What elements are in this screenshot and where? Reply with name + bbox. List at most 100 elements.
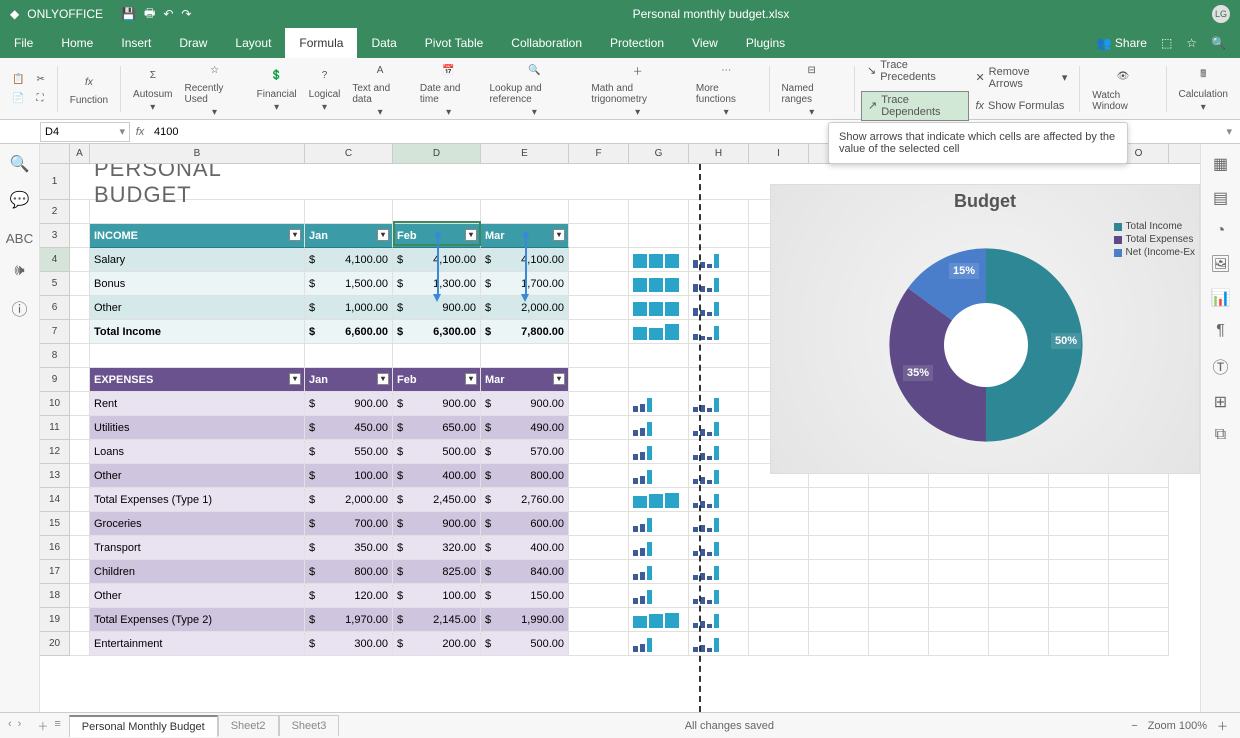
cell-F12[interactable] bbox=[569, 440, 629, 464]
cell-C17[interactable]: $800.00 bbox=[305, 560, 393, 584]
cell-K15[interactable] bbox=[869, 512, 929, 536]
table-settings-icon[interactable]: ▤ bbox=[1213, 188, 1228, 208]
slicer-settings-icon[interactable]: ⧉ bbox=[1215, 426, 1226, 444]
col-header-B[interactable]: B bbox=[90, 144, 305, 163]
cell-F6[interactable] bbox=[569, 296, 629, 320]
cell-G6[interactable] bbox=[629, 296, 689, 320]
cell-J20[interactable] bbox=[809, 632, 869, 656]
cell-N14[interactable] bbox=[1049, 488, 1109, 512]
row-header-15[interactable]: 15 bbox=[40, 512, 70, 536]
row-header-8[interactable]: 8 bbox=[40, 344, 70, 368]
textart-settings-icon[interactable]: Ⓣ bbox=[1212, 354, 1228, 378]
cell-F8[interactable] bbox=[569, 344, 629, 368]
math-button[interactable]: ＋Math and trigonometry▾ bbox=[585, 57, 690, 120]
cell-D17[interactable]: $825.00 bbox=[393, 560, 481, 584]
more-functions-button[interactable]: ⋯More functions▾ bbox=[690, 57, 763, 120]
cell-E15[interactable]: $600.00 bbox=[481, 512, 569, 536]
cell-D20[interactable]: $200.00 bbox=[393, 632, 481, 656]
cell-A4[interactable] bbox=[70, 248, 90, 272]
cell-H19[interactable] bbox=[689, 608, 749, 632]
cell-D7[interactable]: $6,300.00 bbox=[393, 320, 481, 344]
menu-file[interactable]: File bbox=[0, 28, 47, 58]
cell-C7[interactable]: $6,600.00 bbox=[305, 320, 393, 344]
cell-settings-icon[interactable]: ▦ bbox=[1213, 154, 1228, 174]
cell-F19[interactable] bbox=[569, 608, 629, 632]
cell-C12[interactable]: $550.00 bbox=[305, 440, 393, 464]
text-data-button[interactable]: AText and data▾ bbox=[346, 57, 414, 120]
cell-K18[interactable] bbox=[869, 584, 929, 608]
cell-C14[interactable]: $2,000.00 bbox=[305, 488, 393, 512]
cell-E1[interactable] bbox=[481, 164, 569, 200]
open-location-icon[interactable]: ⬚ bbox=[1161, 36, 1172, 50]
cell-G3[interactable] bbox=[629, 224, 689, 248]
cell-A9[interactable] bbox=[70, 368, 90, 392]
cell-K16[interactable] bbox=[869, 536, 929, 560]
select-icon[interactable]: ⛶ bbox=[30, 91, 50, 106]
sheet-tab-2[interactable]: Sheet2 bbox=[218, 715, 279, 736]
cell-C20[interactable]: $300.00 bbox=[305, 632, 393, 656]
cell-F10[interactable] bbox=[569, 392, 629, 416]
cell-D10[interactable]: $900.00 bbox=[393, 392, 481, 416]
row-header-5[interactable]: 5 bbox=[40, 272, 70, 296]
cell-J15[interactable] bbox=[809, 512, 869, 536]
cell-I20[interactable] bbox=[749, 632, 809, 656]
menu-protect[interactable]: Protection bbox=[596, 28, 678, 58]
cell-F11[interactable] bbox=[569, 416, 629, 440]
cell-H7[interactable] bbox=[689, 320, 749, 344]
cell-B2[interactable] bbox=[90, 200, 305, 224]
recently-used-button[interactable]: ☆Recently Used▾ bbox=[179, 57, 251, 120]
cell-E10[interactable]: $900.00 bbox=[481, 392, 569, 416]
cell-N19[interactable] bbox=[1049, 608, 1109, 632]
cell-M14[interactable] bbox=[989, 488, 1049, 512]
cell-A16[interactable] bbox=[70, 536, 90, 560]
cell-B11[interactable]: Utilities bbox=[90, 416, 305, 440]
watch-window-button[interactable]: 👁Watch Window bbox=[1086, 64, 1159, 114]
cell-I15[interactable] bbox=[749, 512, 809, 536]
cell-G20[interactable] bbox=[629, 632, 689, 656]
menu-insert[interactable]: Insert bbox=[107, 28, 165, 58]
cell-C1[interactable] bbox=[305, 164, 393, 200]
redo-icon[interactable]: ↷ bbox=[181, 7, 191, 21]
row-header-6[interactable]: 6 bbox=[40, 296, 70, 320]
cell-H15[interactable] bbox=[689, 512, 749, 536]
cell-H16[interactable] bbox=[689, 536, 749, 560]
cell-G19[interactable] bbox=[629, 608, 689, 632]
cell-A7[interactable] bbox=[70, 320, 90, 344]
sheet-list-icon[interactable]: ≡ bbox=[54, 718, 60, 734]
comments-icon[interactable]: 💬 bbox=[10, 190, 30, 210]
cell-D16[interactable]: $320.00 bbox=[393, 536, 481, 560]
row-header-7[interactable]: 7 bbox=[40, 320, 70, 344]
cell-D11[interactable]: $650.00 bbox=[393, 416, 481, 440]
row-header-4[interactable]: 4 bbox=[40, 248, 70, 272]
cell-O14[interactable] bbox=[1109, 488, 1169, 512]
cell-C13[interactable]: $100.00 bbox=[305, 464, 393, 488]
cell-F15[interactable] bbox=[569, 512, 629, 536]
cell-H12[interactable] bbox=[689, 440, 749, 464]
cell-N20[interactable] bbox=[1049, 632, 1109, 656]
row-header-3[interactable]: 3 bbox=[40, 224, 70, 248]
cell-C16[interactable]: $350.00 bbox=[305, 536, 393, 560]
col-header-E[interactable]: E bbox=[481, 144, 569, 163]
cell-F5[interactable] bbox=[569, 272, 629, 296]
cell-C18[interactable]: $120.00 bbox=[305, 584, 393, 608]
paste-icon[interactable]: 📄 bbox=[6, 91, 30, 106]
cell-A6[interactable] bbox=[70, 296, 90, 320]
menu-view[interactable]: View bbox=[678, 28, 732, 58]
sheet-tab-3[interactable]: Sheet3 bbox=[279, 715, 340, 736]
cell-A15[interactable] bbox=[70, 512, 90, 536]
find-icon[interactable]: 🔍 bbox=[10, 154, 30, 174]
add-sheet-icon[interactable]: ＋ bbox=[37, 718, 48, 734]
cell-M16[interactable] bbox=[989, 536, 1049, 560]
formula-expand-icon[interactable]: ▾ bbox=[1218, 125, 1240, 138]
cell-F9[interactable] bbox=[569, 368, 629, 392]
cell-C9[interactable]: Jan▾ bbox=[305, 368, 393, 392]
cell-I16[interactable] bbox=[749, 536, 809, 560]
cell-D1[interactable] bbox=[393, 164, 481, 200]
cell-A17[interactable] bbox=[70, 560, 90, 584]
cell-A12[interactable] bbox=[70, 440, 90, 464]
cell-B19[interactable]: Total Expenses (Type 2) bbox=[90, 608, 305, 632]
cell-H2[interactable] bbox=[689, 200, 749, 224]
cell-G4[interactable] bbox=[629, 248, 689, 272]
zoom-level[interactable]: Zoom 100% bbox=[1148, 720, 1207, 732]
col-header-F[interactable]: F bbox=[569, 144, 629, 163]
